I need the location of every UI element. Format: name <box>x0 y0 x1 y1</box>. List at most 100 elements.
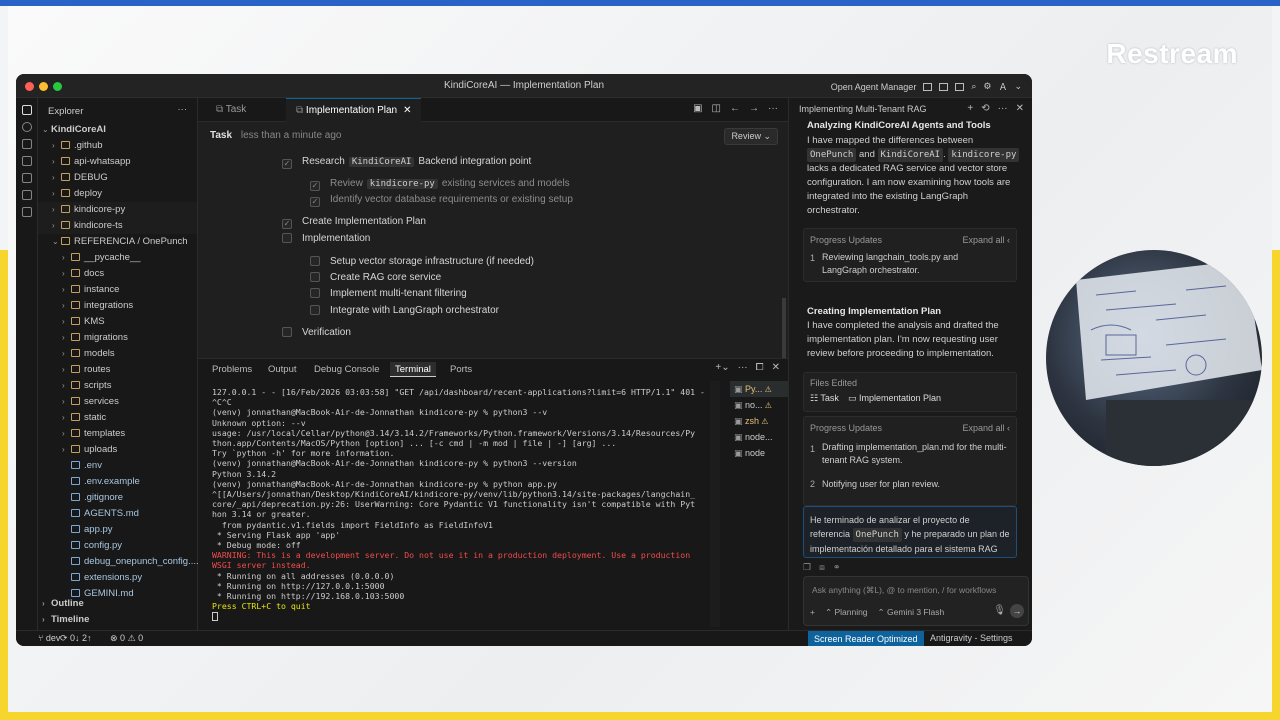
tree-item[interactable]: › docs <box>38 266 197 282</box>
tree-item[interactable]: config.py <box>38 538 197 554</box>
panel-tab[interactable]: Output <box>268 362 297 377</box>
forward-arrow-icon[interactable]: → <box>749 103 759 114</box>
tree-item[interactable]: AGENTS.md <box>38 506 197 522</box>
editor-scrollbar[interactable] <box>782 298 786 358</box>
tree-item[interactable]: › kindicore-py <box>38 202 197 218</box>
add-context-icon[interactable]: + <box>810 607 815 618</box>
chat-input-box[interactable]: Ask anything (⌘L), @ to mention, / for w… <box>803 576 1029 626</box>
tree-item[interactable]: › api-whatsapp <box>38 154 197 170</box>
tab-implementation-plan[interactable]: ⧉ Implementation Plan ✕ <box>286 98 422 122</box>
history-icon[interactable]: ⟲ <box>981 103 989 114</box>
preview-icon[interactable]: ▣ <box>693 103 702 114</box>
file-link-task[interactable]: ☷ Task <box>810 393 839 404</box>
plan-checkbox[interactable] <box>310 288 320 298</box>
panel-tab[interactable]: Problems <box>212 362 252 377</box>
branch-indicator[interactable]: ⑂ dev <box>38 633 60 643</box>
terminal-output[interactable]: 127.0.0.1 - - [16/Feb/2026 03:03:58] "GE… <box>212 387 712 627</box>
remote-icon[interactable] <box>21 190 32 200</box>
search-icon[interactable]: ⌕ <box>971 81 976 92</box>
tree-item[interactable]: › instance <box>38 282 197 298</box>
split-editor-icon[interactable]: ◫ <box>712 103 721 114</box>
plan-checkbox[interactable]: ✓ <box>282 159 292 169</box>
tree-item[interactable]: ⌄ REFERENCIA / OnePunch <box>38 234 197 250</box>
tree-item[interactable]: › integrations <box>38 298 197 314</box>
close-tab-icon[interactable]: ✕ <box>403 105 411 116</box>
terminal-session[interactable]: ▣ node <box>730 445 788 461</box>
more-actions-icon[interactable]: ··· <box>178 104 188 115</box>
microphone-icon[interactable]: 🎙 <box>993 605 1006 616</box>
sync-indicator[interactable]: ⟳ 0↓ 2↑ <box>60 633 92 644</box>
maximize-panel-icon[interactable]: ⧠ <box>756 362 764 373</box>
send-button[interactable]: → <box>1010 604 1024 618</box>
close-panel-icon[interactable]: ✕ <box>772 362 780 373</box>
plan-checkbox[interactable]: ✓ <box>310 181 320 191</box>
plan-checkbox[interactable] <box>282 327 292 337</box>
files-icon[interactable] <box>21 105 32 115</box>
search-icon[interactable] <box>21 122 32 132</box>
tree-item[interactable]: .env <box>38 458 197 474</box>
tree-item[interactable]: › services <box>38 394 197 410</box>
link-icon[interactable]: ⚭ <box>833 562 841 573</box>
tree-item[interactable]: › static <box>38 410 197 426</box>
panel-tab[interactable]: Terminal <box>390 362 436 377</box>
timeline-section[interactable]: › Timeline <box>38 612 89 628</box>
tree-item[interactable]: app.py <box>38 522 197 538</box>
terminal-scrollbar[interactable] <box>710 381 720 627</box>
testing-icon[interactable] <box>21 207 32 217</box>
open-agent-manager-button[interactable]: Open Agent Manager <box>831 82 917 92</box>
layout-sidebar-icon[interactable] <box>923 82 933 91</box>
terminal-session[interactable]: ▣ node... <box>730 429 788 445</box>
screen-reader-status[interactable]: Screen Reader Optimized <box>808 631 924 646</box>
plan-checkbox[interactable] <box>310 305 320 315</box>
tree-item[interactable]: › deploy <box>38 186 197 202</box>
tree-item[interactable]: › kindicore-ts <box>38 218 197 234</box>
file-link-plan[interactable]: ▭ Implementation Plan <box>848 393 941 404</box>
tree-item[interactable]: › routes <box>38 362 197 378</box>
terminal-session[interactable]: ▣ zsh ⚠ <box>730 413 788 429</box>
tree-item[interactable]: › migrations <box>38 330 197 346</box>
tab-task[interactable]: ⧉ Task <box>206 98 256 122</box>
chevron-down-icon[interactable]: ⌄ <box>1014 81 1022 92</box>
layout-panel-icon[interactable] <box>939 82 949 91</box>
problems-indicator[interactable]: ⊗ 0 ⚠ 0 <box>110 633 143 644</box>
expand-all-button[interactable]: Expand all ‹ <box>962 235 1010 245</box>
panel-tab[interactable]: Ports <box>450 362 472 377</box>
tree-item[interactable]: › .github <box>38 138 197 154</box>
copy-icon[interactable]: ❐ <box>803 562 811 573</box>
account-icon[interactable]: Ａ <box>998 80 1007 93</box>
terminal-session[interactable]: ▣ Py... ⚠ <box>730 381 788 397</box>
tree-item[interactable]: › templates <box>38 426 197 442</box>
close-panel-icon[interactable]: ✕ <box>1016 103 1024 114</box>
tree-item[interactable]: › models <box>38 346 197 362</box>
plan-checkbox[interactable] <box>310 256 320 266</box>
new-conversation-icon[interactable]: + <box>967 103 973 114</box>
tree-item[interactable]: › DEBUG <box>38 170 197 186</box>
tree-item[interactable]: › KMS <box>38 314 197 330</box>
tree-item[interactable]: debug_onepunch_config.... <box>38 554 199 570</box>
tree-item[interactable]: extensions.py <box>38 570 197 586</box>
tree-item[interactable]: › uploads <box>38 442 197 458</box>
more-actions-icon[interactable]: ··· <box>998 103 1008 114</box>
panel-tab[interactable]: Debug Console <box>314 362 380 377</box>
tree-item[interactable]: .env.example <box>38 474 197 490</box>
plan-checkbox[interactable] <box>282 233 292 243</box>
tree-item[interactable]: › scripts <box>38 378 197 394</box>
more-actions-icon[interactable]: ··· <box>768 103 778 114</box>
extensions-icon[interactable] <box>21 173 32 183</box>
model-selector[interactable]: ⌃ Gemini 3 Flash <box>878 607 945 618</box>
terminal-session[interactable]: ▣ no... ⚠ <box>730 397 788 413</box>
tree-root[interactable]: ⌄ KindiCoreAI <box>38 122 197 138</box>
settings-status[interactable]: Antigravity - Settings <box>930 633 1013 643</box>
add-terminal-icon[interactable]: +⌄ <box>715 362 729 373</box>
mode-selector[interactable]: ⌃ Planning <box>825 607 868 618</box>
plan-checkbox[interactable] <box>310 272 320 282</box>
plan-checkbox[interactable]: ✓ <box>310 197 320 207</box>
source-control-icon[interactable] <box>21 139 32 149</box>
more-actions-icon[interactable]: ··· <box>738 362 748 373</box>
layout-secondary-icon[interactable] <box>955 82 965 91</box>
tree-item[interactable]: .gitignore <box>38 490 197 506</box>
run-debug-icon[interactable] <box>21 156 32 166</box>
gear-icon[interactable]: ⚙ <box>983 81 991 92</box>
plan-checkbox[interactable]: ✓ <box>282 219 292 229</box>
expand-all-button[interactable]: Expand all ‹ <box>962 423 1010 433</box>
